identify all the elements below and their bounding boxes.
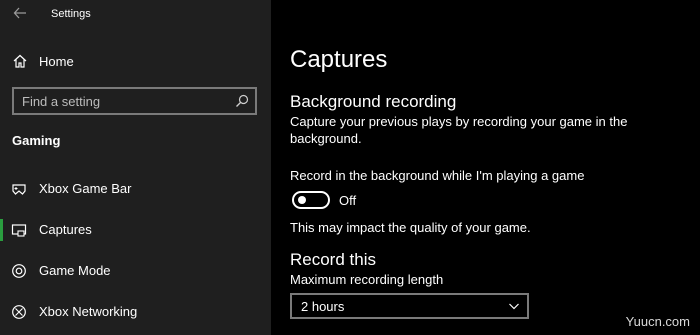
sidebar-item-label: Home bbox=[39, 54, 74, 69]
main-content: Captures Background recording Capture yo… bbox=[271, 0, 700, 335]
back-button[interactable] bbox=[10, 6, 30, 24]
search-icon[interactable] bbox=[235, 94, 249, 108]
background-recording-toggle[interactable] bbox=[292, 191, 330, 209]
selection-indicator bbox=[0, 219, 3, 241]
max-length-dropdown[interactable]: 2 hours bbox=[290, 293, 529, 319]
search-box[interactable] bbox=[12, 87, 257, 115]
sidebar-item-label: Game Mode bbox=[39, 263, 111, 278]
home-icon bbox=[13, 54, 27, 68]
chevron-down-icon bbox=[509, 303, 519, 310]
background-recording-toggle-label: Record in the background while I'm playi… bbox=[290, 168, 585, 183]
sidebar: Settings Home Gaming Xbox Game Bar Captu… bbox=[0, 0, 271, 335]
section-heading: Gaming bbox=[12, 133, 61, 148]
sidebar-item-captures[interactable]: Captures bbox=[0, 215, 271, 245]
title-bar: Settings bbox=[0, 0, 271, 30]
toggle-knob bbox=[298, 196, 306, 204]
back-arrow-icon bbox=[13, 7, 26, 19]
sidebar-item-xbox-game-bar[interactable]: Xbox Game Bar bbox=[0, 174, 271, 204]
toggle-state-label: Off bbox=[339, 193, 357, 208]
background-recording-heading: Background recording bbox=[290, 92, 457, 111]
sidebar-item-home[interactable]: Home bbox=[0, 48, 271, 76]
background-recording-description: Capture your previous plays by recording… bbox=[290, 114, 628, 146]
dropdown-value: 2 hours bbox=[301, 299, 345, 314]
page-title: Captures bbox=[290, 46, 388, 73]
sidebar-item-label: Captures bbox=[39, 222, 92, 237]
captures-icon bbox=[11, 224, 27, 237]
record-this-heading: Record this bbox=[290, 250, 376, 269]
watermark: Yuucn.com bbox=[625, 314, 690, 329]
game-mode-icon bbox=[12, 264, 26, 278]
game-bar-icon bbox=[12, 184, 26, 195]
sidebar-item-game-mode[interactable]: Game Mode bbox=[0, 256, 271, 286]
xbox-icon bbox=[12, 305, 26, 319]
quality-note: This may impact the quality of your game… bbox=[290, 220, 531, 235]
sidebar-item-xbox-networking[interactable]: Xbox Networking bbox=[0, 297, 271, 327]
sidebar-item-label: Xbox Game Bar bbox=[39, 181, 132, 196]
max-length-label: Maximum recording length bbox=[290, 272, 444, 287]
search-input[interactable] bbox=[22, 93, 222, 109]
window-title: Settings bbox=[51, 8, 91, 20]
sidebar-item-label: Xbox Networking bbox=[39, 304, 138, 319]
